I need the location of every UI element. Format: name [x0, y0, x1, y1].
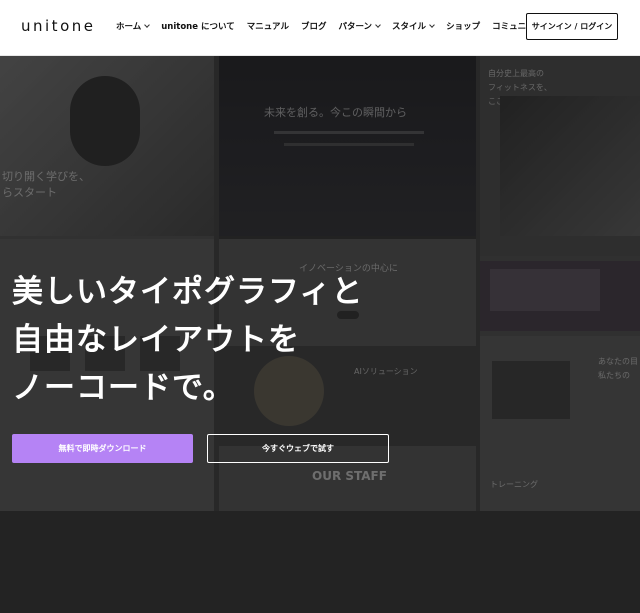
nav-label: スタイル [392, 22, 427, 32]
site-header: unitone ホーム unitone について マニュアル ブログ パターン … [0, 0, 640, 56]
nav-item-manual[interactable]: マニュアル [247, 20, 289, 32]
nav-item-styles[interactable]: スタイル [392, 20, 435, 32]
nav-label: ショップ [446, 22, 481, 32]
nav-label: ホーム [116, 22, 142, 32]
main-nav: ホーム unitone について マニュアル ブログ パターン スタイル ショッ… [116, 20, 563, 32]
nav-label: パターン [338, 22, 373, 32]
nav-label: マニュアル [246, 22, 289, 32]
signin-button[interactable]: サインイン / ログイン [526, 13, 618, 40]
headline-line-1: 美しいタイポグラフィと [12, 274, 364, 310]
nav-item-shop[interactable]: ショップ [446, 20, 480, 32]
nav-item-home[interactable]: ホーム [116, 20, 151, 32]
nav-item-patterns[interactable]: パターン [338, 20, 381, 32]
hero-section: 切り開く学びを、 らスタート 未来を創る。今この瞬間から イノベーションの中心に… [0, 56, 640, 511]
headline-line-3: ノーコードで。 [12, 370, 235, 406]
hero-headline: 美しいタイポグラフィと 自由なレイアウトを ノーコードで。 [12, 268, 363, 412]
chevron-down-icon [429, 22, 435, 28]
download-button[interactable]: 無料で即時ダウンロード [12, 434, 193, 463]
nav-item-about[interactable]: unitone について [161, 20, 234, 32]
nav-label: unitone について [161, 22, 235, 32]
site-logo[interactable]: unitone [21, 17, 95, 35]
chevron-down-icon [375, 22, 381, 28]
try-online-button[interactable]: 今すぐウェブで試す [207, 434, 389, 463]
nav-item-blog[interactable]: ブログ [301, 20, 327, 32]
headline-line-2: 自由なレイアウトを [12, 322, 300, 358]
chevron-down-icon [144, 22, 151, 28]
nav-label: ブログ [300, 22, 327, 32]
